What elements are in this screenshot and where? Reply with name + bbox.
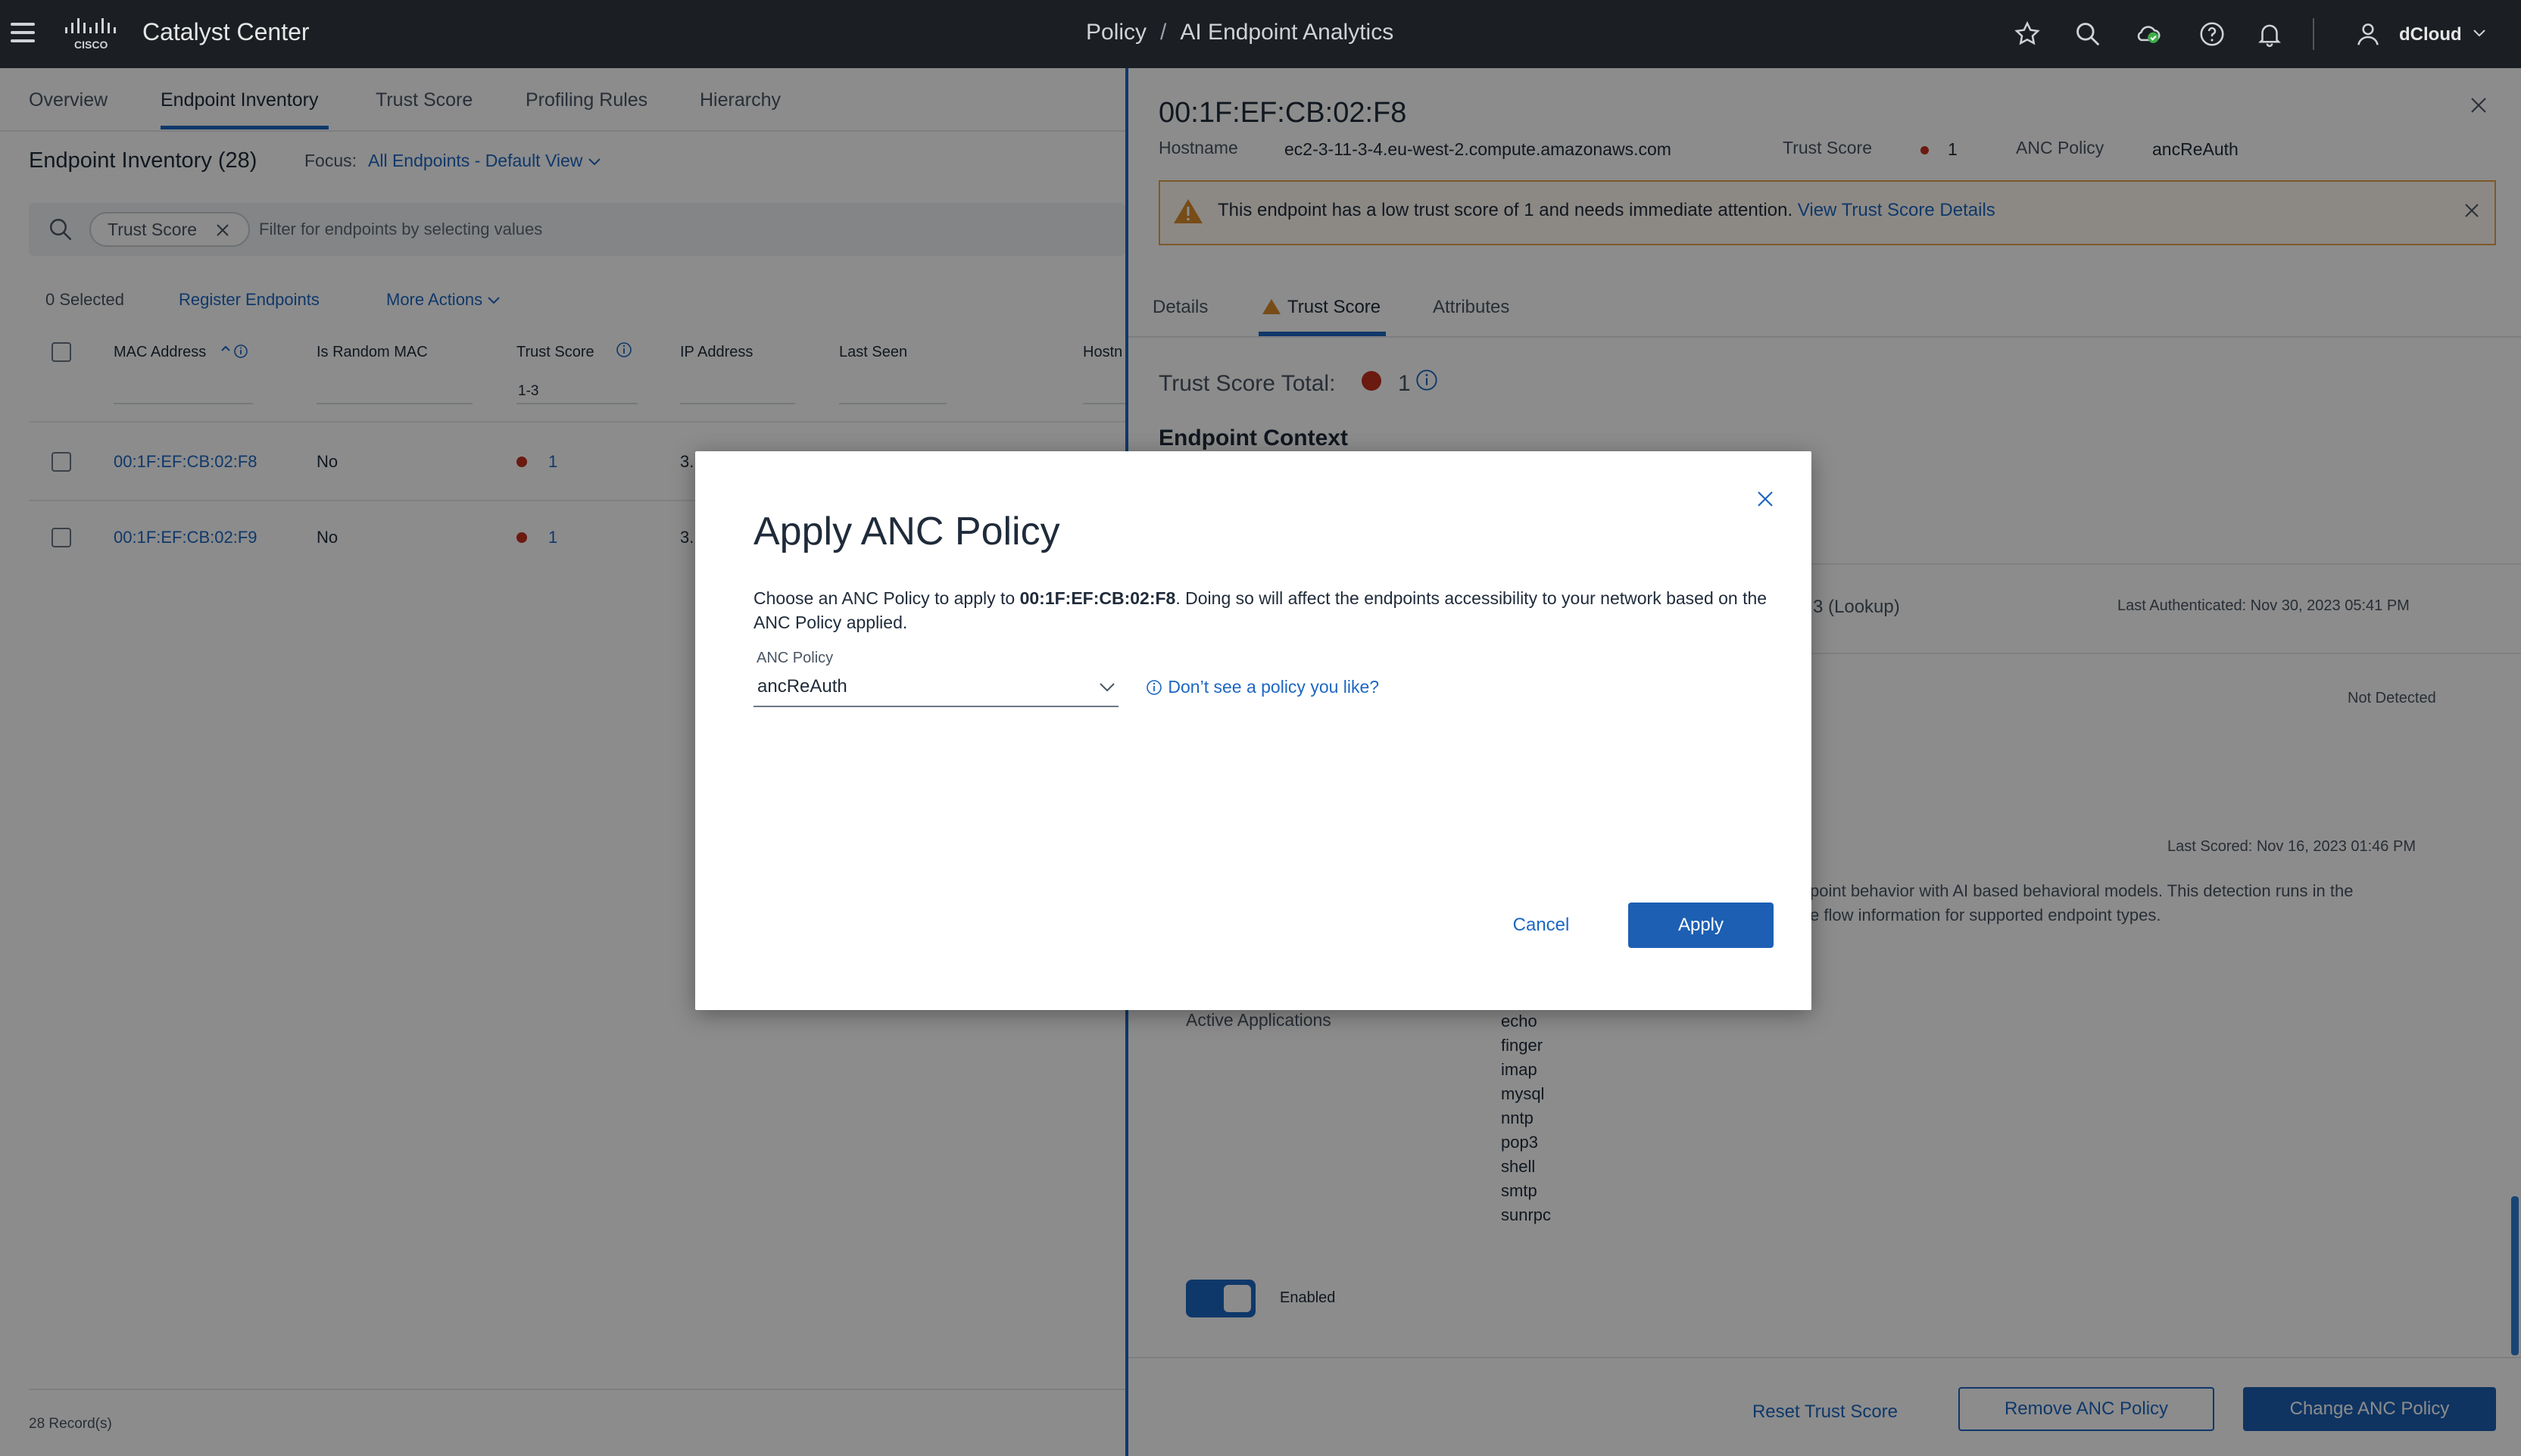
help-icon[interactable]: [2198, 20, 2226, 48]
policy-help-link[interactable]: Don’t see a policy you like?: [1145, 677, 1379, 697]
dialog-title: Apply ANC Policy: [753, 510, 1060, 553]
search-icon[interactable]: [2073, 20, 2102, 48]
app-title: Catalyst Center: [142, 18, 310, 45]
cloud-status-icon[interactable]: [2134, 20, 2163, 48]
star-icon[interactable]: [2013, 20, 2042, 48]
top-navigation-bar: CISCO Catalyst Center Policy / AI Endpoint…: [0, 0, 2521, 68]
toolbar-divider: [2313, 18, 2314, 50]
info-icon: [1147, 680, 1162, 695]
anc-policy-field-label: ANC Policy: [757, 650, 834, 666]
cisco-logo-icon: CISCO: [65, 18, 116, 51]
policy-help-text: Don’t see a policy you like?: [1168, 677, 1380, 697]
anc-policy-selected-value: ancReAuth: [757, 676, 847, 697]
user-name[interactable]: dCloud: [2399, 24, 2462, 45]
dialog-description: Choose an ANC Policy to apply to 00:1F:E…: [753, 586, 1768, 634]
hamburger-menu-icon[interactable]: [11, 23, 35, 42]
description-prefix: Choose an ANC Policy to apply to: [753, 588, 1020, 608]
breadcrumb-policy[interactable]: Policy: [1086, 20, 1147, 45]
cancel-button[interactable]: Cancel: [1496, 903, 1586, 948]
breadcrumb-ai-endpoint-analytics: AI Endpoint Analytics: [1180, 20, 1394, 45]
svg-text:CISCO: CISCO: [74, 39, 108, 51]
chevron-down-icon[interactable]: [2472, 27, 2487, 39]
breadcrumb: Policy / AI Endpoint Analytics: [1086, 20, 1393, 45]
close-icon[interactable]: [1754, 488, 1777, 510]
notification-bell-icon[interactable]: [2255, 20, 2284, 48]
description-mac: 00:1F:EF:CB:02:F8: [1019, 588, 1176, 608]
chevron-down-icon[interactable]: [1098, 680, 1116, 694]
apply-button[interactable]: Apply: [1628, 903, 1774, 948]
user-avatar-icon[interactable]: [2354, 20, 2382, 48]
breadcrumb-separator: /: [1160, 20, 1167, 45]
